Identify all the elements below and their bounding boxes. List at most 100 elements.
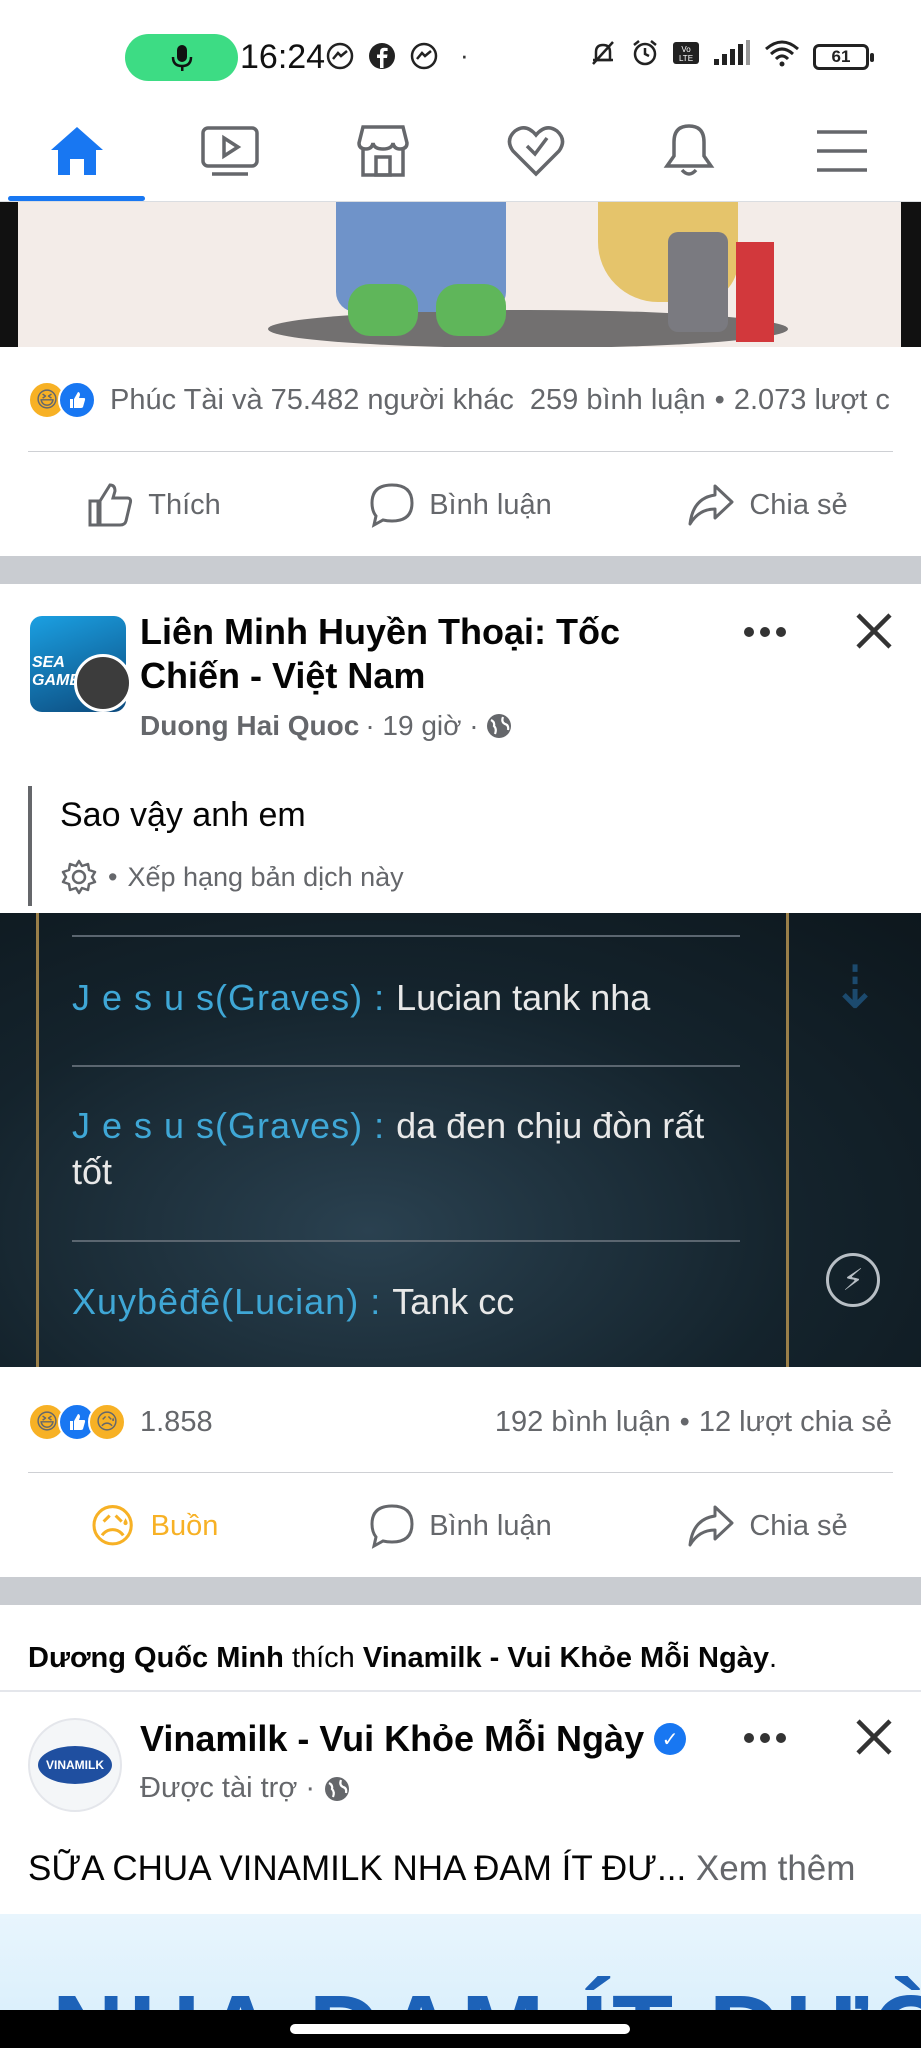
home-icon [50, 126, 103, 175]
nav-menu[interactable] [765, 100, 918, 201]
share-icon [688, 1505, 734, 1547]
mute-icon [592, 41, 614, 65]
nav-video[interactable] [153, 100, 306, 201]
volte-icon: VoLTE [673, 42, 699, 64]
post-page-title[interactable]: Liên Minh Huyền Thoại: Tốc Chiến - Việt … [140, 610, 660, 698]
post-stats[interactable]: 😆 😥 1.858 192 bình luận • 12 lượt chia s… [28, 1392, 898, 1452]
more-options-button[interactable] [735, 1718, 795, 1758]
share-icon [688, 484, 734, 526]
chat-sender: Xuybêđê(Lucian) [72, 1281, 360, 1322]
reaction-label: Buồn [150, 1509, 219, 1542]
post-text: Sao vậy anh em [60, 796, 306, 834]
liked-page-name[interactable]: Vinamilk - Vui Khỏe Mỗi Ngày [363, 1642, 769, 1674]
author-avatar[interactable] [74, 654, 132, 712]
chat-sender: J e s u s(Graves) [72, 1105, 364, 1146]
share-count[interactable]: 2.073 lượt c [734, 384, 890, 417]
chat-sender: J e s u s(Graves) [72, 977, 364, 1018]
share-count[interactable]: 12 lượt chia sẻ [699, 1406, 892, 1439]
mic-active-indicator[interactable] [125, 34, 238, 81]
chat-divider [72, 1240, 740, 1242]
feed-separator [0, 556, 921, 584]
comment-count[interactable]: 192 bình luận [495, 1406, 671, 1439]
reaction-button[interactable]: 😥 Buồn [0, 1476, 307, 1576]
comment-icon [370, 483, 414, 528]
ad-page-title[interactable]: Vinamilk - Vui Khỏe Mỗi Ngày ✓ [140, 1718, 687, 1760]
globe-icon [486, 714, 511, 738]
post-image[interactable]: J e s u s(Graves) : Lucian tank nha J e … [0, 913, 921, 1367]
comment-label: Bình luận [429, 1509, 552, 1542]
page-avatar[interactable]: VINAMILK [28, 1718, 122, 1812]
cartoon-illustration [18, 202, 901, 347]
sad-reaction-icon: 😥 [88, 1500, 137, 1552]
hide-post-button[interactable] [849, 606, 899, 656]
more-icon [744, 1733, 786, 1743]
post-image[interactable] [0, 202, 921, 347]
share-button[interactable]: Chia sẻ [614, 455, 921, 555]
rate-translation[interactable]: • Xếp hạng bản dịch này [60, 858, 404, 896]
reactors-text[interactable]: Phúc Tài và 75.482 người khác [110, 384, 514, 417]
notifications-icon [663, 123, 714, 176]
ad-text: SỮA CHUA VINAMILK NHA ĐAM ÍT ĐƯ... Xem t… [28, 1849, 855, 1889]
more-options-button[interactable] [735, 612, 795, 652]
comment-button[interactable]: Bình luận [307, 455, 614, 555]
friend-name[interactable]: Dương Quốc Minh [28, 1642, 284, 1674]
status-bar: 16:24 · Vo LTE 61 [0, 0, 921, 100]
thumbs-up-icon [88, 483, 133, 527]
ad-meta: Được tài trợ · [140, 1772, 351, 1805]
post-actions: Thích Bình luận Chia sẻ [0, 455, 921, 555]
post-meta: Duong Hai Quoc · 19 giờ · [140, 710, 513, 742]
hide-ad-button[interactable] [849, 1712, 899, 1762]
chat-text: Lucian tank nha [396, 977, 651, 1018]
nav-dating[interactable] [459, 100, 612, 201]
reaction-icons: 😆 [28, 381, 96, 419]
wifi-icon [765, 40, 799, 67]
menu-icon [816, 129, 867, 172]
chat-text: da đen chịu đòn rất [396, 1105, 705, 1146]
reaction-count[interactable]: 1.858 [140, 1406, 213, 1439]
system-gesture-bar [0, 2010, 921, 2048]
top-navigation [0, 100, 921, 202]
chat-message: J e s u s(Graves) : da đen chịu đòn rất [72, 1105, 705, 1146]
sad-reaction-icon: 😥 [88, 1403, 126, 1441]
page-avatar[interactable]: SEA GAMES 31 [30, 616, 132, 712]
close-icon [856, 1719, 892, 1755]
friend-activity: Dương Quốc Minh thích Vinamilk - Vui Khỏ… [28, 1642, 778, 1674]
share-button[interactable]: Chia sẻ [614, 1476, 921, 1576]
sponsored-label[interactable]: Được tài trợ · [140, 1772, 315, 1805]
comment-label: Bình luận [429, 488, 552, 521]
video-icon [200, 125, 259, 176]
chat-text: Tank cc [392, 1281, 515, 1322]
battery-icon: 61 [813, 44, 874, 70]
svg-text:LTE: LTE [679, 54, 693, 63]
nav-marketplace[interactable] [306, 100, 459, 201]
nav-notifications[interactable] [612, 100, 765, 201]
share-label: Chia sẻ [749, 1509, 848, 1542]
author-name[interactable]: Duong Hai Quoc [140, 710, 359, 742]
home-gesture-handle[interactable] [290, 2024, 630, 2034]
post-actions: 😥 Buồn Bình luận Chia sẻ [0, 1476, 921, 1576]
mic-icon [171, 44, 192, 71]
see-more-link[interactable]: Xem thêm [696, 1849, 856, 1888]
globe-icon [325, 1776, 350, 1801]
like-reaction-icon [58, 381, 96, 419]
dating-icon [507, 125, 564, 176]
post-stats[interactable]: 😆 Phúc Tài và 75.482 người khác 259 bình… [28, 370, 898, 430]
alarm-icon [633, 40, 657, 66]
ad-page-name[interactable]: Vinamilk - Vui Khỏe Mỗi Ngày [140, 1718, 644, 1760]
dot-icon: · [460, 40, 469, 70]
like-button[interactable]: Thích [0, 455, 307, 555]
ad-body: SỮA CHUA VINAMILK NHA ĐAM ÍT ĐƯ... [28, 1849, 687, 1888]
chat-message: J e s u s(Graves) : Lucian tank nha [72, 977, 651, 1018]
chat-divider [72, 935, 740, 937]
nav-home[interactable] [0, 100, 153, 201]
reaction-icons: 😆 😥 [28, 1403, 126, 1441]
arrow-down-icon: ⇣ [830, 954, 881, 1021]
marketplace-icon [356, 124, 409, 177]
divider [28, 1472, 893, 1473]
facebook-icon [369, 42, 395, 69]
comment-count[interactable]: 259 bình luận [530, 384, 706, 417]
like-label: Thích [148, 488, 221, 521]
messenger-icon-2 [410, 42, 438, 69]
comment-button[interactable]: Bình luận [307, 1476, 614, 1576]
post-time[interactable]: · 19 giờ · [365, 710, 478, 742]
